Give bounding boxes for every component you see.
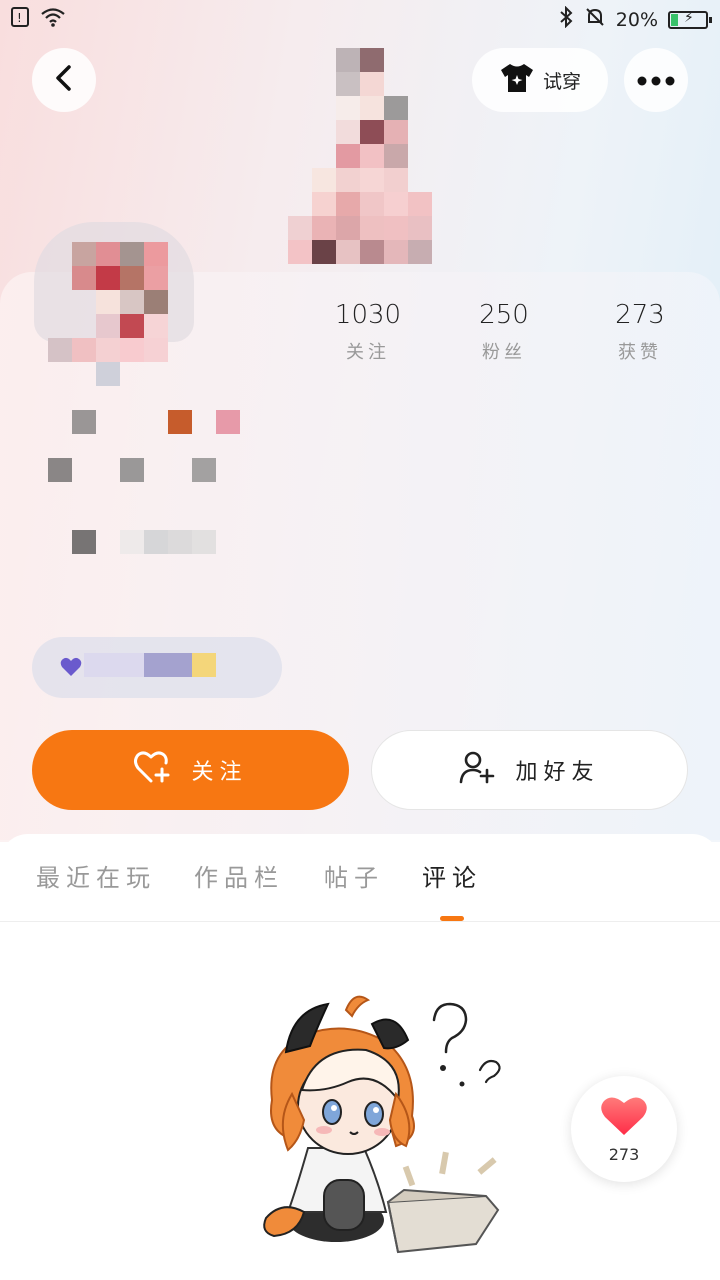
- heart-icon: [600, 1095, 648, 1141]
- user-plus-icon: [459, 750, 495, 790]
- battery-percent: 20%: [615, 8, 658, 31]
- stat-value: 273: [615, 300, 665, 330]
- add-friend-label: 加好友: [515, 760, 600, 785]
- sim-icon: !: [10, 6, 30, 32]
- empty-state-illustration: [236, 990, 516, 1260]
- status-bar: ! 20% ⚡: [0, 0, 720, 36]
- chevron-left-icon: [52, 64, 76, 96]
- heart-plus-icon: [133, 750, 171, 790]
- wifi-icon: [40, 7, 66, 31]
- profile-stats: 1030 关注 250 粉丝 273 获赞: [300, 300, 720, 364]
- more-dots-icon: [636, 71, 676, 90]
- bluetooth-icon: [558, 5, 574, 33]
- avatar[interactable]: [34, 218, 274, 638]
- tab-comments[interactable]: 评论: [422, 858, 482, 893]
- try-on-label: 试穿: [542, 70, 581, 93]
- stat-following[interactable]: 1030 关注: [300, 300, 436, 364]
- follow-button[interactable]: 关注: [32, 730, 349, 810]
- more-options-button[interactable]: [624, 48, 688, 112]
- tab-posts[interactable]: 帖子: [324, 858, 384, 893]
- stat-followers[interactable]: 250 粉丝: [436, 300, 572, 364]
- try-on-button[interactable]: 试穿: [472, 48, 608, 112]
- cover-image-mosaic: [288, 48, 438, 268]
- back-button[interactable]: [32, 48, 96, 112]
- stat-likes-received[interactable]: 273 获赞: [572, 300, 708, 364]
- stat-label: 粉丝: [482, 342, 526, 363]
- add-friend-button[interactable]: 加好友: [371, 730, 688, 810]
- svg-text:!: !: [17, 11, 22, 25]
- tshirt-icon: [499, 62, 535, 99]
- battery-icon: ⚡: [668, 10, 712, 29]
- active-tab-indicator: [440, 916, 464, 921]
- stat-value: 1030: [334, 300, 402, 330]
- follow-label: 关注: [191, 760, 248, 785]
- mute-bell-icon: [584, 6, 606, 33]
- tab-recently-played[interactable]: 最近在玩: [36, 858, 156, 893]
- heart-badge-icon: [60, 657, 82, 681]
- floating-like-button[interactable]: 273: [571, 1076, 677, 1182]
- stat-label: 获赞: [618, 342, 662, 363]
- tab-works[interactable]: 作品栏: [194, 858, 284, 893]
- user-badge[interactable]: [32, 637, 282, 698]
- like-count: 273: [608, 1144, 640, 1164]
- stat-value: 250: [479, 300, 529, 330]
- stat-label: 关注: [346, 342, 390, 363]
